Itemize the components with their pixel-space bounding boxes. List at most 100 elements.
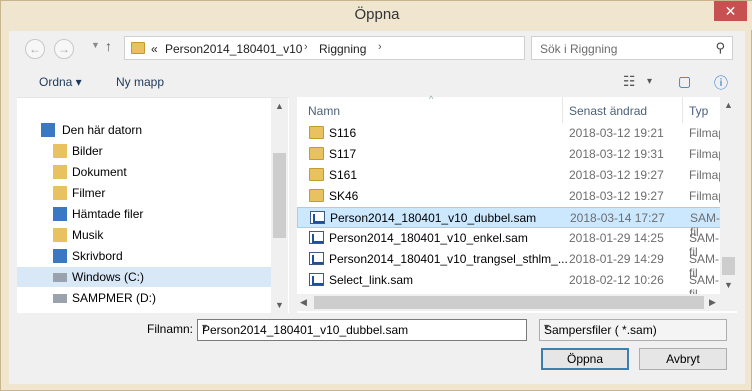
filename-field[interactable]: Person2014_180401_v10_dubbel.sam ▾: [197, 319, 527, 341]
drive-icon: [53, 273, 67, 282]
nav-item-label: Skrivbord: [72, 249, 123, 263]
column-divider[interactable]: [562, 97, 563, 123]
recent-locations-dropdown[interactable]: ▼: [91, 40, 100, 50]
file-row[interactable]: SK46 2018-03-12 19:27 Filmapp: [297, 186, 732, 207]
breadcrumb-riggning[interactable]: Riggning: [319, 42, 366, 56]
sam-file-icon: [310, 211, 325, 224]
sort-ascending-icon: ^: [429, 94, 434, 104]
breadcrumb-separator[interactable]: ›: [378, 41, 382, 53]
view-options-icon[interactable]: ☷: [623, 73, 636, 90]
back-button[interactable]: ←: [25, 39, 45, 59]
file-date: 2018-03-12 19:31: [569, 147, 664, 161]
file-row[interactable]: Person2014_180401_v10_enkel.sam 2018-01-…: [297, 228, 727, 259]
folder-icon: [131, 42, 145, 54]
nav-item-music[interactable]: Musik: [17, 225, 271, 245]
cancel-button[interactable]: Avbryt: [639, 348, 727, 370]
nav-item-this-pc[interactable]: Den här datorn: [17, 120, 271, 140]
scrollbar-thumb[interactable]: [273, 153, 286, 238]
dialog-client: ← → ▼ ↑ « Person2014_180401_v10 › Riggni…: [9, 31, 745, 384]
desktop-icon: [53, 249, 67, 263]
search-box[interactable]: Sök i Riggning ⚲: [531, 36, 733, 60]
file-list: ^ Namn Senast ändrad Typ S116 2018-03-12…: [297, 94, 737, 313]
filetype-select[interactable]: Sampersfiler ( *.sam) ▾: [539, 319, 727, 341]
close-icon: ✕: [724, 3, 737, 19]
nav-item-downloads[interactable]: Hämtade filer: [17, 204, 271, 224]
file-row[interactable]: S161 2018-03-12 19:27 Filmapp: [297, 165, 732, 186]
music-icon: [53, 228, 67, 242]
file-date: 2018-01-29 14:25: [569, 231, 664, 245]
search-icon[interactable]: ⚲: [715, 40, 725, 56]
folder-icon: [309, 189, 324, 202]
nav-item-label: SAMPMER (D:): [72, 291, 156, 305]
sam-file-icon: [309, 231, 324, 244]
column-header-name[interactable]: Namn: [308, 104, 340, 118]
breadcrumb-overflow[interactable]: «: [151, 42, 158, 56]
help-icon[interactable]: ⓘ: [714, 73, 728, 93]
sam-file-icon: [309, 273, 324, 286]
file-name: S161: [329, 168, 358, 182]
up-arrow-icon: ↑: [105, 38, 112, 54]
file-date: 2018-02-12 10:26: [569, 273, 664, 287]
computer-icon: [41, 123, 55, 137]
file-list-hscrollbar[interactable]: ◀ ▶: [297, 294, 737, 311]
file-name: Select_link.sam: [329, 273, 414, 287]
scroll-right-icon[interactable]: ▶: [709, 297, 716, 308]
preview-pane-icon[interactable]: ▢: [678, 73, 691, 90]
downloads-icon: [53, 207, 67, 221]
documents-icon: [53, 165, 67, 179]
breadcrumb-separator[interactable]: ›: [304, 41, 308, 53]
file-date: 2018-01-29 14:29: [569, 252, 664, 266]
file-name: Person2014_180401_v10_dubbel.sam: [330, 211, 537, 225]
sam-file-icon: [309, 252, 324, 265]
file-date: 2018-03-12 19:27: [569, 168, 664, 182]
column-header-date[interactable]: Senast ändrad: [569, 104, 647, 118]
scroll-left-icon[interactable]: ◀: [300, 297, 307, 308]
new-folder-button[interactable]: Ny mapp: [116, 75, 164, 89]
file-row[interactable]: S116 2018-03-12 19:21 Filmapp: [297, 123, 732, 144]
scroll-up-icon[interactable]: ▲: [724, 100, 733, 110]
breadcrumb-person2014[interactable]: Person2014_180401_v10: [165, 42, 302, 56]
window-title: Öppna: [354, 6, 400, 23]
open-button[interactable]: Öppna: [541, 348, 629, 370]
file-name: S117: [329, 147, 357, 161]
nav-item-windows-c[interactable]: Windows (C:): [17, 267, 271, 287]
organize-button[interactable]: Ordna ▾: [39, 75, 82, 89]
forward-button[interactable]: →: [54, 39, 74, 59]
nav-item-desktop[interactable]: Skrivbord: [17, 246, 271, 266]
file-row[interactable]: Select_link.sam 2018-02-12 10:26 SAM-fil: [297, 270, 727, 301]
pictures-icon: [53, 144, 67, 158]
nav-item-sampmer-d[interactable]: SAMPMER (D:): [17, 288, 271, 308]
view-dropdown-icon[interactable]: ▾: [647, 76, 652, 87]
nav-item-label: Musik: [72, 228, 104, 242]
nav-item-pictures[interactable]: Bilder: [17, 141, 271, 161]
scrollbar-thumb[interactable]: [314, 296, 704, 309]
chevron-down-icon[interactable]: ▾: [202, 322, 521, 333]
file-name: Person2014_180401_v10_enkel.sam: [329, 231, 528, 245]
folder-icon: [309, 147, 324, 160]
scrollbar-thumb[interactable]: [722, 257, 735, 275]
file-name: SK46: [329, 189, 359, 203]
nav-scrollbar[interactable]: ▲ ▼: [271, 98, 288, 314]
file-row[interactable]: Person2014_180401_v10_trangsel_sthlm_...…: [297, 249, 727, 280]
scroll-up-icon[interactable]: ▲: [275, 101, 284, 111]
scroll-down-icon[interactable]: ▼: [724, 280, 733, 290]
file-row-selected[interactable]: Person2014_180401_v10_dubbel.sam 2018-03…: [297, 207, 727, 239]
nav-item-documents[interactable]: Dokument: [17, 162, 271, 182]
folder-icon: [309, 168, 324, 181]
nav-item-label: Hämtade filer: [72, 207, 144, 221]
chevron-down-icon[interactable]: ▾: [544, 322, 721, 333]
drive-icon: [53, 294, 67, 303]
address-bar[interactable]: « Person2014_180401_v10 › Riggning › ▾ ↻: [124, 36, 623, 60]
file-row[interactable]: S117 2018-03-12 19:31 Filmapp: [297, 144, 732, 165]
file-date: 2018-03-14 17:27: [570, 211, 665, 225]
folder-icon: [309, 126, 324, 139]
file-name: S116: [329, 126, 357, 140]
up-button[interactable]: ↑: [105, 38, 112, 54]
close-button[interactable]: ✕: [714, 1, 747, 21]
navigation-pane: Den här datorn Bilder Dokument Filmer Hä…: [17, 97, 289, 314]
column-header-type[interactable]: Typ: [689, 104, 708, 118]
file-list-scrollbar[interactable]: ▲ ▼: [720, 97, 737, 294]
nav-item-videos[interactable]: Filmer: [17, 183, 271, 203]
scroll-down-icon[interactable]: ▼: [275, 300, 284, 310]
column-divider[interactable]: [682, 97, 683, 123]
